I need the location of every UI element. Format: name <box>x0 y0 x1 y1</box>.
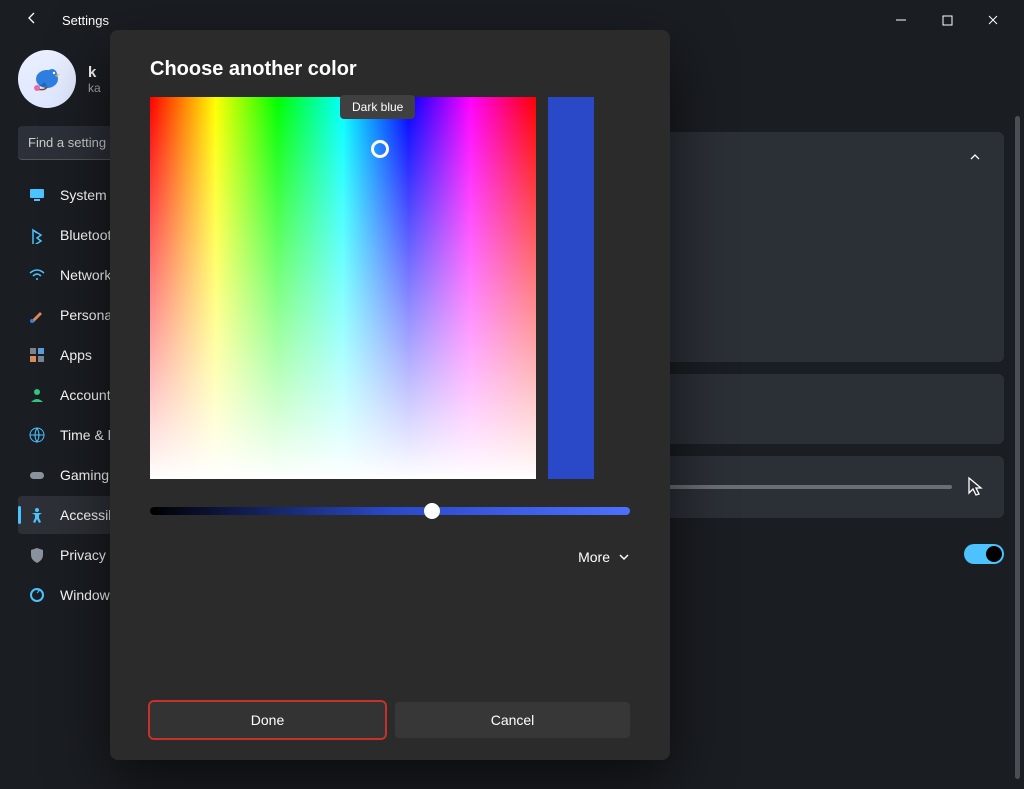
sidebar-item-label: Accounts <box>60 387 118 403</box>
touch-toggle[interactable] <box>964 544 1004 564</box>
system-icon <box>28 186 46 204</box>
gamepad-icon <box>28 466 46 484</box>
window-controls <box>878 4 1016 36</box>
window-title: Settings <box>62 13 109 28</box>
apps-icon <box>28 346 46 364</box>
brush-icon <box>28 306 46 324</box>
minimize-icon <box>895 14 907 26</box>
sidebar-item-label: Gaming <box>60 467 109 483</box>
accessibility-icon <box>28 506 46 524</box>
update-icon <box>28 586 46 604</box>
color-preview-bar <box>548 97 594 479</box>
wifi-icon <box>28 266 46 284</box>
color-tooltip: Dark blue <box>340 95 415 119</box>
sidebar-item-label: System <box>60 187 107 203</box>
cancel-button[interactable]: Cancel <box>395 702 630 738</box>
avatar <box>18 50 76 108</box>
value-slider-thumb[interactable] <box>424 503 440 519</box>
back-button[interactable] <box>20 11 44 30</box>
profile-name: k <box>88 64 101 81</box>
close-icon <box>987 14 999 26</box>
profile-email: ka <box>88 81 101 95</box>
minimize-button[interactable] <box>878 4 924 36</box>
chevron-down-icon <box>618 551 630 563</box>
color-picker-dialog: Choose another color Dark blue More Done… <box>110 30 670 760</box>
maximize-icon <box>942 15 953 26</box>
user-icon <box>28 386 46 404</box>
shield-icon <box>28 546 46 564</box>
search-placeholder: Find a setting <box>28 135 106 150</box>
dialog-title: Choose another color <box>150 58 630 81</box>
globe-icon <box>28 426 46 444</box>
close-button[interactable] <box>970 4 1016 36</box>
cursor-preview-icon <box>966 476 984 498</box>
chevron-up-icon[interactable] <box>968 150 982 169</box>
color-cursor[interactable] <box>371 140 389 158</box>
value-slider[interactable] <box>150 507 630 515</box>
maximize-button[interactable] <box>924 4 970 36</box>
scrollbar[interactable] <box>1015 116 1020 779</box>
avatar-bird-icon <box>27 59 67 99</box>
color-field[interactable]: Dark blue <box>150 97 536 479</box>
bluetooth-icon <box>28 226 46 244</box>
done-button[interactable]: Done <box>150 702 385 738</box>
back-icon <box>25 11 39 25</box>
sidebar-item-label: Apps <box>60 347 92 363</box>
more-button[interactable]: More <box>150 549 630 565</box>
